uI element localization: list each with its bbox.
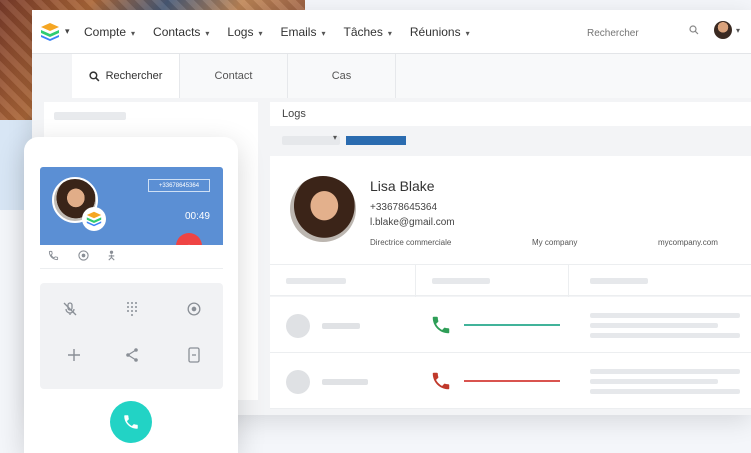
row-text-placeholder (590, 379, 718, 384)
column-divider (568, 265, 569, 297)
tabs-bar: Rechercher Contact Cas (72, 54, 396, 98)
contact-avatar (290, 176, 356, 242)
chevron-down-icon: ▾ (205, 29, 210, 38)
menu-compte[interactable]: Compte ▾ (84, 25, 135, 39)
row-text-placeholder (590, 333, 740, 338)
chevron-down-icon[interactable]: ▾ (736, 26, 740, 35)
contact-role: Directrice commerciale (370, 238, 452, 247)
top-navigation: ▾ Compte ▾ Contacts ▾ Logs ▾ Emails ▾ Tâches… (32, 10, 751, 54)
answer-call-button[interactable] (110, 401, 152, 443)
row-name-placeholder (322, 379, 368, 385)
call-timer: 00:49 (184, 211, 210, 222)
contact-company: My company (532, 238, 578, 247)
menu-reunions[interactable]: Réunions ▾ (410, 25, 470, 39)
menu-reunions-label: Réunions (409, 25, 461, 39)
apply-filter-button[interactable] (346, 136, 406, 145)
hold-button[interactable] (182, 343, 206, 367)
dialpad-icon (127, 302, 137, 316)
contact-card: Lisa Blake +33678645364 l.blake@gmail.co… (270, 156, 751, 264)
contact-website[interactable]: mycompany.com (658, 238, 718, 247)
active-call-banner: +33678645364 00:49 (40, 167, 223, 259)
chevron-down-icon: ▾ (321, 29, 326, 38)
tab-cas[interactable]: Cas (288, 54, 396, 98)
menu-taches[interactable]: Tâches ▾ (344, 25, 392, 39)
header-placeholder (286, 278, 346, 284)
call-log-row[interactable] (270, 297, 751, 353)
add-icon (68, 349, 80, 361)
tab-cas-label: Cas (331, 70, 352, 82)
hold-icon (188, 347, 200, 363)
contact-phone[interactable]: +33678645364 (370, 202, 437, 213)
logs-toolbar: ▾ (270, 132, 751, 150)
tab-rechercher-label: Rechercher (105, 70, 163, 82)
call-actions-bar (40, 245, 223, 269)
call-log-row[interactable] (270, 353, 751, 409)
chevron-down-icon: ▾ (258, 29, 263, 38)
call-log-table-header (270, 264, 751, 297)
chevron-down-icon: ▾ (465, 29, 470, 38)
share-button[interactable] (120, 343, 144, 367)
contact-name: Lisa Blake (370, 178, 435, 194)
menu-logs-label: Logs (227, 25, 254, 39)
header-placeholder (590, 278, 648, 284)
row-name-placeholder (322, 323, 360, 329)
menu-logs[interactable]: Logs ▾ (227, 25, 262, 39)
menu-contacts[interactable]: Contacts ▾ (153, 25, 209, 39)
sidebar-placeholder (54, 112, 126, 120)
call-missed-icon (432, 372, 450, 390)
app-logo-icon[interactable] (40, 22, 60, 42)
transfer-icon[interactable] (106, 250, 117, 261)
row-avatar (286, 370, 310, 394)
call-duration-bar (464, 380, 560, 382)
row-text-placeholder (590, 313, 740, 318)
menu-emails[interactable]: Emails ▾ (280, 25, 325, 39)
user-avatar[interactable] (714, 21, 732, 39)
menu-contacts-label: Contacts (153, 25, 201, 39)
mute-button[interactable] (58, 297, 82, 321)
share-icon (126, 348, 138, 362)
record-icon (187, 302, 201, 316)
add-call-button[interactable] (62, 343, 86, 367)
row-text-placeholder (590, 389, 740, 394)
menu-emails-label: Emails (280, 25, 317, 39)
contact-email[interactable]: l.blake@gmail.com (370, 217, 455, 228)
app-logo-icon (82, 207, 106, 231)
tab-contact-label: Contact (214, 70, 253, 82)
menu-compte-label: Compte (84, 25, 127, 39)
filter-select[interactable]: ▾ (282, 133, 340, 145)
menu-taches-label: Tâches (343, 25, 383, 39)
row-text-placeholder (590, 369, 740, 374)
dialpad-button[interactable] (120, 297, 144, 321)
chevron-down-icon: ▾ (332, 133, 337, 142)
call-answered-icon (432, 316, 450, 334)
tab-rechercher[interactable]: Rechercher (72, 54, 180, 98)
caller-number: +33678645364 (148, 179, 210, 192)
search-icon (88, 70, 100, 81)
record-button[interactable] (182, 297, 206, 321)
tab-contact[interactable]: Contact (180, 54, 288, 98)
mute-icon (63, 302, 77, 316)
logs-title: Logs (282, 108, 306, 120)
record-icon[interactable] (78, 250, 89, 261)
search-icon[interactable] (689, 25, 699, 35)
tabs-bar-fill (395, 54, 751, 98)
call-duration-bar (464, 324, 560, 326)
chevron-down-icon: ▾ (131, 29, 136, 38)
call-controls-pad (40, 283, 223, 389)
logs-header: Logs (270, 102, 751, 126)
chevron-down-icon: ▾ (387, 29, 392, 38)
row-text-placeholder (590, 323, 718, 328)
main-menu: Compte ▾ Contacts ▾ Logs ▾ Emails ▾ Tâches ▾ … (84, 10, 488, 54)
row-avatar (286, 314, 310, 338)
column-divider (415, 265, 416, 297)
header-placeholder (432, 278, 490, 284)
phone-icon[interactable] (48, 250, 59, 261)
softphone-widget: +33678645364 00:49 (24, 137, 238, 453)
logo-caret-icon[interactable]: ▾ (65, 26, 70, 37)
phone-icon (124, 415, 138, 429)
